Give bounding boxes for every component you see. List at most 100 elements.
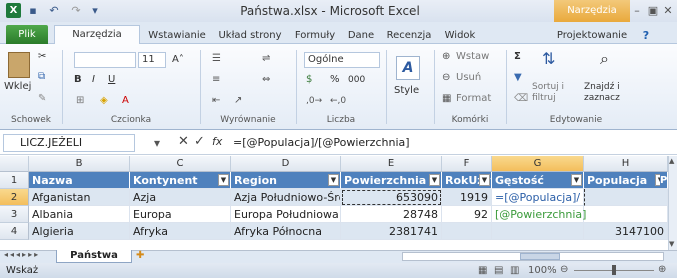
row-header[interactable]: 4 xyxy=(0,223,29,240)
scroll-down-icon[interactable]: ▼ xyxy=(669,240,674,248)
decrease-decimal-icon[interactable]: ←,0 xyxy=(330,94,346,108)
page-break-view-icon[interactable]: ▥ xyxy=(510,265,519,276)
percent-button[interactable]: % xyxy=(330,73,340,87)
find-select-button[interactable]: Znajdź i zaznacz xyxy=(584,82,640,104)
paste-icon[interactable] xyxy=(8,52,30,78)
insert-icon[interactable]: ⊕ xyxy=(442,50,450,64)
format-icon[interactable]: ▦ xyxy=(442,92,451,106)
sort-filter-button[interactable]: Sortuj i filtruj xyxy=(532,82,580,104)
table-cell[interactable]: Afryka Północna xyxy=(231,223,341,240)
table-cell[interactable]: Afryka xyxy=(130,223,231,240)
clear-icon[interactable]: ⌫ xyxy=(514,92,528,106)
grow-font-icon[interactable]: A˄ xyxy=(172,53,184,67)
name-box[interactable]: LICZ.JEŻELI xyxy=(3,134,135,152)
tab-file[interactable]: Plik xyxy=(6,25,48,44)
save-icon[interactable]: ▪ xyxy=(26,3,40,18)
align-left-icon[interactable]: ≡ xyxy=(212,73,220,87)
zoom-in-icon[interactable]: ⊕ xyxy=(658,264,666,275)
active-cell-editing[interactable]: =[@Populacja]/ xyxy=(492,189,584,206)
column-header-d[interactable]: D xyxy=(231,156,341,172)
table-cell[interactable]: Europa Południowa xyxy=(231,206,341,223)
zoom-out-icon[interactable]: ⊖ xyxy=(560,264,568,275)
delete-button[interactable]: Usuń xyxy=(456,71,481,85)
row-header[interactable]: 2 xyxy=(0,189,29,206)
delete-icon[interactable]: ⊖ xyxy=(442,71,450,85)
zoom-slider-thumb[interactable] xyxy=(612,265,616,275)
fill-color-icon[interactable]: ◈ xyxy=(100,94,108,108)
table-cell-formula-continuation[interactable]: [@Powierzchnia] xyxy=(492,206,586,223)
styles-icon[interactable]: A xyxy=(396,56,420,80)
underline-button[interactable]: U xyxy=(108,73,115,87)
name-box-dropdown-icon[interactable]: ▾ xyxy=(154,136,160,150)
column-header-f[interactable]: F xyxy=(442,156,492,172)
table-cell[interactable] xyxy=(492,223,584,240)
scroll-up-icon[interactable]: ▲ xyxy=(669,157,674,165)
table-cell[interactable]: 28748 xyxy=(341,206,442,223)
row-header[interactable]: 3 xyxy=(0,206,29,223)
align-top-icon[interactable]: ☰ xyxy=(212,52,221,66)
column-header-b[interactable]: B xyxy=(29,156,130,172)
page-layout-view-icon[interactable]: ▤ xyxy=(494,265,503,276)
increase-decimal-icon[interactable]: ,0→ xyxy=(306,94,322,108)
thousands-button[interactable]: 000 xyxy=(348,73,365,87)
column-header-g[interactable]: G xyxy=(492,156,584,172)
tab-insert[interactable]: Wstawianie xyxy=(144,27,210,44)
paste-button[interactable]: Wklej xyxy=(4,80,31,94)
filter-dropdown-icon[interactable]: ▼ xyxy=(571,174,582,186)
accounting-format-icon[interactable]: $ xyxy=(306,73,312,87)
filter-dropdown-icon[interactable]: ▼ xyxy=(328,174,339,186)
number-format-dropdown[interactable]: Ogólne xyxy=(304,52,380,68)
tab-formulas[interactable]: Formuły xyxy=(290,27,340,44)
table-cell[interactable]: 1919 xyxy=(442,189,492,206)
sheet-nav-icon[interactable]: ◂◂◂▸▸▸ xyxy=(4,250,40,259)
filter-dropdown-icon[interactable]: ▼ xyxy=(429,174,440,186)
sort-filter-icon[interactable]: ⇅ xyxy=(542,51,555,67)
wrap-text-icon[interactable]: ⇌ xyxy=(262,52,270,66)
formula-input[interactable]: =[@Populacja]/[@Powierzchnia] xyxy=(233,134,410,152)
table-cell[interactable]: 3147100 xyxy=(584,223,668,240)
insert-function-button[interactable]: fx xyxy=(212,135,222,148)
find-select-icon[interactable]: ⌕ xyxy=(600,51,609,67)
italic-button[interactable]: I xyxy=(92,73,95,87)
merge-center-icon[interactable]: ⇔ xyxy=(262,73,270,87)
normal-view-icon[interactable]: ▦ xyxy=(478,265,487,276)
tab-review[interactable]: Recenzja xyxy=(382,27,436,44)
insert-button[interactable]: Wstaw xyxy=(456,50,489,64)
help-icon[interactable]: ? xyxy=(640,28,652,43)
bold-button[interactable]: B xyxy=(74,73,82,87)
enter-formula-icon[interactable]: ✓ xyxy=(194,134,205,149)
fill-icon[interactable]: ▼ xyxy=(514,71,522,85)
table-header-kontynent[interactable]: Kontynent ▼ xyxy=(130,172,231,189)
table-cell[interactable]: 2381741 xyxy=(341,223,442,240)
font-size-dropdown[interactable]: 11 xyxy=(138,52,166,68)
table-header-rokuzys[interactable]: RokUzys▼ xyxy=(442,172,492,189)
row-header[interactable]: 1 xyxy=(0,172,29,189)
table-header-overflow[interactable]: P xyxy=(660,172,668,189)
tab-design[interactable]: Projektowanie xyxy=(552,27,632,44)
filter-dropdown-icon[interactable]: ▼ xyxy=(479,174,490,186)
sheet-tab[interactable]: Państwa xyxy=(56,250,132,263)
close-icon[interactable]: ✕ xyxy=(661,3,675,18)
format-painter-icon[interactable]: ✎ xyxy=(38,92,46,106)
indent-icon[interactable]: ⇤ xyxy=(212,94,220,108)
table-header-nazwa[interactable]: Nazwa xyxy=(29,172,130,189)
zoom-level[interactable]: 100% xyxy=(528,263,557,278)
restore-icon[interactable]: ▣ xyxy=(646,3,660,18)
tab-home[interactable]: Narzędzia główne xyxy=(54,25,140,58)
select-all-corner[interactable] xyxy=(0,156,29,172)
font-color-icon[interactable]: A xyxy=(122,94,129,108)
table-cell[interactable]: Azja Południowo-Środkowa xyxy=(231,189,341,206)
horizontal-scroll-thumb[interactable] xyxy=(520,253,560,260)
table-cell-referenced[interactable]: 653090 xyxy=(341,189,442,206)
autosum-button[interactable]: Σ xyxy=(514,50,521,64)
table-cell[interactable]: Azja xyxy=(130,189,231,206)
tab-page-layout[interactable]: Układ strony xyxy=(213,27,287,44)
table-cell[interactable]: Algieria xyxy=(29,223,130,240)
filter-dropdown-icon[interactable]: ▼ xyxy=(218,174,229,186)
table-cell[interactable] xyxy=(584,206,668,223)
orientation-icon[interactable]: ↗ xyxy=(234,94,242,108)
table-cell[interactable]: 92 xyxy=(442,206,492,223)
font-name-dropdown[interactable] xyxy=(74,52,136,68)
format-button[interactable]: Format xyxy=(456,92,491,106)
borders-icon[interactable]: ⊞ xyxy=(76,94,84,108)
